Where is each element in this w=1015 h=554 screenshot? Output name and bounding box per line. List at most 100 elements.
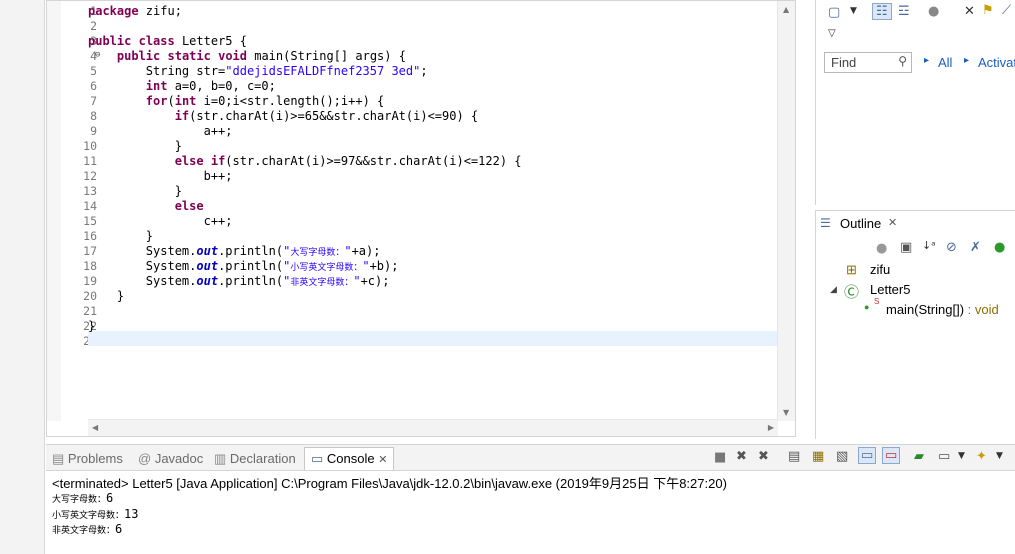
search-icon[interactable]: ⚲ <box>898 54 907 68</box>
triangle-icon: ▸ <box>924 55 930 66</box>
outline-icon: ☰ <box>820 216 831 230</box>
code-line[interactable]: public static void main(String[] args) { <box>88 49 406 64</box>
view-menu-icon[interactable]: ▽ <box>828 28 836 39</box>
show-stdout-icon[interactable]: ▭ <box>858 447 877 464</box>
code-line[interactable]: a++; <box>88 124 233 139</box>
static-icon[interactable]: ⚑ <box>982 3 994 18</box>
collapse-arrow-icon[interactable]: ◢ <box>830 284 837 295</box>
triangle-icon: ▸ <box>964 55 970 66</box>
hide-static-icon[interactable]: ✗ <box>970 240 981 255</box>
class-icon: Ⓒ <box>844 284 860 301</box>
scroll-down-icon[interactable]: ▼ <box>783 408 789 417</box>
output-label: 大写字母数： <box>52 495 107 505</box>
scroll-lock-icon[interactable]: ▦ <box>812 449 824 464</box>
code-line[interactable]: int a=0, b=0, c=0; <box>88 79 276 94</box>
code-line[interactable]: for(int i=0;i<str.length();i++) { <box>88 94 384 109</box>
hide-fields-icon[interactable]: ⊘ <box>946 240 957 255</box>
close-icon[interactable]: ✕ <box>888 216 897 229</box>
bottom-tab-bar: ▤ Problems @ Javadoc ▥ Declaration ▭ Con… <box>46 444 1015 471</box>
editor-ruler <box>47 1 61 421</box>
clear-console-icon[interactable]: ▤ <box>788 449 800 464</box>
close-icon[interactable]: ✕ <box>378 454 387 466</box>
public-method-icon: ● <box>864 302 870 312</box>
code-line[interactable]: System.out.println("小写英文字母数："+b); <box>88 259 399 274</box>
tab-outline[interactable]: ☰ Outline ✕ <box>816 211 916 237</box>
tab-problems[interactable]: ▤ Problems <box>52 449 123 468</box>
scroll-up-icon[interactable]: ▲ <box>783 5 789 14</box>
package-icon: ⊞ <box>846 262 857 277</box>
declaration-icon: ▥ <box>214 451 227 466</box>
tab-console[interactable]: ▭ Console ✕ <box>304 447 395 470</box>
pin-console-icon[interactable]: ▰ <box>914 449 924 464</box>
filter-icon[interactable]: ● <box>876 241 887 256</box>
editor-horizontal-scrollbar[interactable]: ◀ ▶ <box>88 419 778 436</box>
sort-icon[interactable]: ↓ᵃ <box>922 239 936 252</box>
console-output[interactable]: <terminated> Letter5 [Java Application] … <box>46 471 1015 554</box>
console-line: 大写字母数：6 <box>52 491 113 505</box>
console-label: Console <box>326 451 375 466</box>
left-trim-strip <box>0 0 45 554</box>
collapse-all-icon[interactable]: ▣ <box>900 240 912 255</box>
tab-declaration[interactable]: ▥ Declaration <box>214 449 296 468</box>
code-line[interactable]: } <box>88 229 153 244</box>
code-line[interactable]: public class Letter5 { <box>88 34 247 49</box>
code-editor[interactable]: 1234567891011121314151617181920212223⊖ p… <box>46 0 796 437</box>
show-stderr-icon[interactable]: ▭ <box>882 447 901 464</box>
find-input[interactable]: Find ⚲ <box>824 52 912 73</box>
open-console-icon[interactable]: ✦ <box>976 449 987 464</box>
code-line[interactable]: else if(str.charAt(i)>=97&&str.charAt(i)… <box>88 154 522 169</box>
dropdown-icon[interactable]: ▼ <box>996 451 1003 461</box>
dropdown-icon[interactable]: ▼ <box>958 451 965 461</box>
code-line[interactable]: } <box>88 184 182 199</box>
output-value: 6 <box>115 522 123 536</box>
code-line[interactable]: } <box>88 319 95 334</box>
display-console-icon[interactable]: ▭ <box>938 449 950 464</box>
code-line[interactable]: package zifu; <box>88 4 182 19</box>
scroll-left-icon[interactable]: ◀ <box>92 423 98 432</box>
outline-class[interactable]: Letter5 <box>870 282 910 297</box>
filter-icon[interactable]: ● <box>928 4 939 19</box>
hide-fields-icon[interactable]: ✕ <box>964 4 975 19</box>
code-line[interactable]: } <box>88 139 182 154</box>
output-value: 6 <box>106 491 114 505</box>
code-line[interactable]: System.out.println("大写字母数："+a); <box>88 244 381 259</box>
code-line[interactable]: c++; <box>88 214 233 229</box>
tab-javadoc[interactable]: @ Javadoc <box>138 449 203 468</box>
method-name: main(String[]) <box>886 302 965 317</box>
editor-vertical-scrollbar[interactable]: ▲ ▼ <box>777 1 795 421</box>
dropdown-icon[interactable]: ▼ <box>850 6 857 16</box>
console-icon: ▭ <box>311 451 324 466</box>
find-placeholder: Find <box>831 55 857 70</box>
code-line[interactable]: else <box>88 199 204 214</box>
outline-tab-label: Outline <box>840 216 882 231</box>
hierarchy-icon[interactable]: ☷ <box>872 3 892 20</box>
tree-icon[interactable]: ☲ <box>898 4 910 19</box>
code-line[interactable]: System.out.println("非英文字母数："+c); <box>88 274 390 289</box>
console-line: 非英文字母数：6 <box>52 522 122 536</box>
code-line[interactable]: b++; <box>88 169 233 184</box>
javadoc-label: Javadoc <box>154 451 204 466</box>
code-area[interactable]: package zifu; public class Letter5 { publ… <box>88 1 778 421</box>
output-label: 非英文字母数： <box>52 526 116 536</box>
local-types-icon[interactable]: ⟋ <box>1002 3 1011 18</box>
activate-link[interactable]: Activat <box>978 55 1015 70</box>
code-line[interactable]: if(str.charAt(i)>=65&&str.charAt(i)<=90)… <box>88 109 478 124</box>
declaration-label: Declaration <box>229 451 296 466</box>
code-line[interactable]: } <box>88 289 124 304</box>
new-task-icon[interactable]: ▢ <box>828 5 840 20</box>
terminated-status: <terminated> Letter5 [Java Application] … <box>52 476 727 491</box>
remove-launch-icon[interactable]: ✖ <box>736 449 747 464</box>
remove-all-icon[interactable]: ✖ <box>758 449 769 464</box>
all-link[interactable]: All <box>938 55 952 70</box>
outline-package[interactable]: zifu <box>870 262 890 277</box>
outline-method[interactable]: main(String[]) : void <box>886 302 999 317</box>
word-wrap-icon[interactable]: ▧ <box>836 449 848 464</box>
problems-label: Problems <box>67 451 123 466</box>
terminate-icon[interactable]: ■ <box>714 450 726 465</box>
hide-nonpublic-icon[interactable]: ● <box>994 240 1005 255</box>
output-label: 小写英文字母数： <box>52 511 125 521</box>
console-line: 小写英文字母数：13 <box>52 507 138 521</box>
code-line[interactable]: String str="ddejidsEFALDFfnef2357 3ed"; <box>88 64 428 79</box>
static-marker-icon: S <box>874 297 880 306</box>
scroll-right-icon[interactable]: ▶ <box>768 423 774 432</box>
